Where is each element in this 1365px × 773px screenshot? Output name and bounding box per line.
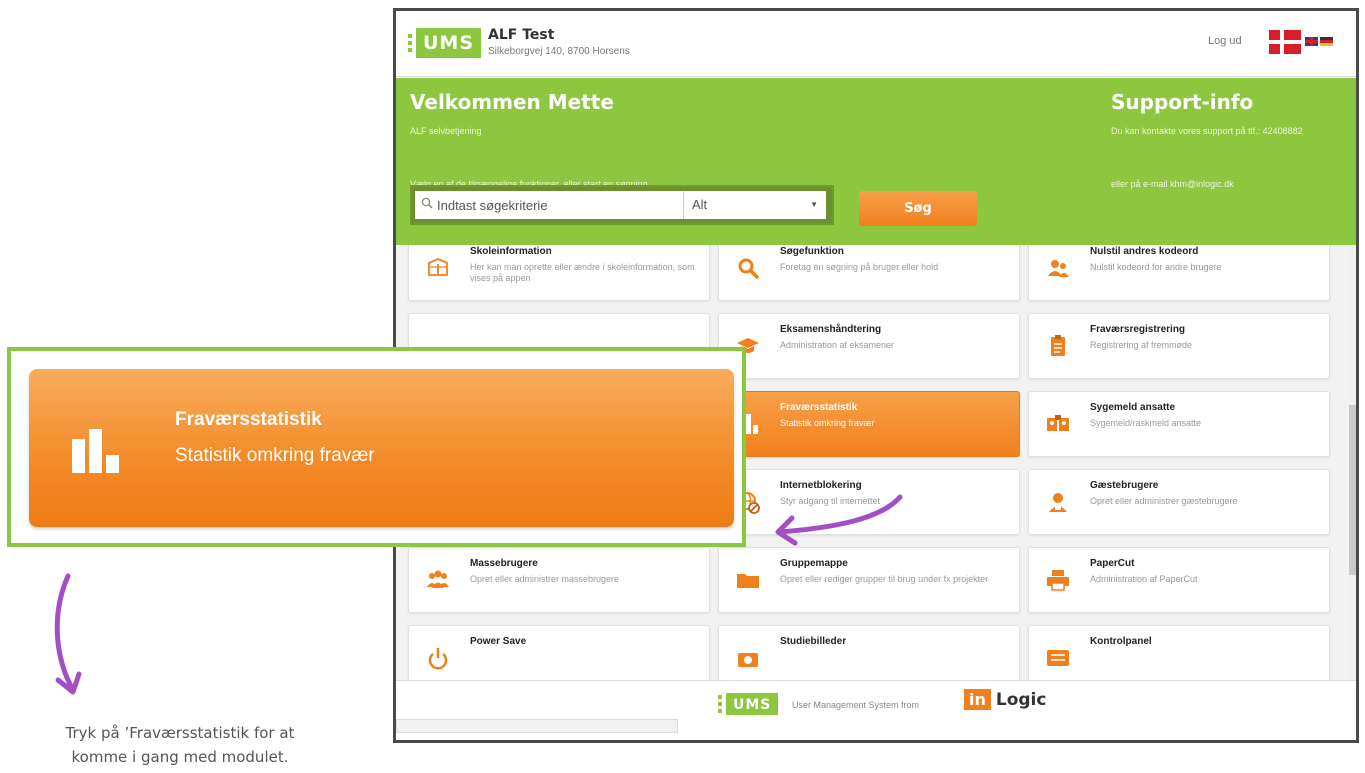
tile-description: Styr adgang til internettet (780, 496, 881, 506)
tile-title: PaperCut (1090, 558, 1135, 569)
tile-papercut[interactable]: PaperCut Administration af PaperCut (1028, 547, 1330, 613)
tile-title: Kontrolpanel (1090, 636, 1152, 647)
tile-description: Opret eller administrer gæstebrugere (1090, 496, 1238, 506)
tile-title: Nulstil andres kodeord (1090, 246, 1199, 257)
tiles-scrollbar[interactable] (1349, 245, 1356, 680)
tile-description: Nulstil kodeord for andre brugere (1090, 262, 1222, 272)
caption-line: Tryk på ’Fraværsstatistik for at (65, 724, 295, 742)
search-icon (738, 258, 759, 279)
inlogic-logo: in Logic (964, 689, 1046, 710)
tile-title: Skoleinformation (470, 246, 552, 257)
org-address: Silkeborgvej 140, 8700 Horsens (488, 46, 630, 57)
scope-select[interactable]: Alt ▼ (683, 191, 826, 219)
tile-title: Fraværsstatistik (780, 402, 858, 413)
ums-logo[interactable]: UMS (408, 28, 482, 58)
tile-sygemeld-ansatte[interactable]: Sygemeld ansatte Sygemeld/raskmeld ansat… (1028, 391, 1330, 457)
chevron-down-icon: ▼ (810, 200, 818, 209)
bar-chart-icon (72, 429, 119, 473)
tile-description: Her kan man oprette eller ændre i skolei… (470, 262, 695, 283)
zoom-callout: Fraværsstatistik Statistik omkring fravæ… (7, 347, 746, 547)
search-icon (421, 197, 433, 209)
fravaersstatistik-button-zoomed[interactable]: Fraværsstatistik Statistik omkring fravæ… (29, 369, 734, 527)
logout-link[interactable]: Log ud (1208, 35, 1242, 47)
tutorial-image: UMS ALF Test Silkeborgvej 140, 8700 Hors… (0, 0, 1365, 773)
tile-eksamenshaandtering[interactable]: Eksamenshåndtering Administration af eks… (718, 313, 1020, 379)
tile-title: Gæstebrugere (1090, 480, 1159, 491)
footer-ums-logo: UMS (718, 693, 779, 715)
support-title: Support-info (1111, 90, 1254, 114)
inlogic-logo-mark: in (964, 689, 991, 710)
inlogic-logo-text: Logic (995, 689, 1047, 710)
search-field[interactable] (415, 191, 683, 219)
top-bar: UMS ALF Test Silkeborgvej 140, 8700 Hors… (396, 11, 1356, 77)
search-input[interactable] (437, 191, 677, 219)
tile-description: Foretag en søgning på bruger eller hold (780, 262, 939, 272)
search-bar: Alt ▼ (410, 185, 834, 225)
tile-description: Registrering af fremmøde (1090, 340, 1193, 350)
support-email: eller på e-mail khm@inlogic.dk (1111, 179, 1234, 189)
tile-fravaersregistrering[interactable]: Fraværsregistrering Registrering af frem… (1028, 313, 1330, 379)
scrollbar-thumb[interactable] (1349, 405, 1356, 575)
id-cards-icon (1047, 415, 1069, 431)
tile-description: Statistik omkring fravær (780, 418, 875, 428)
tile-description: Opret eller administrer massebrugere (470, 574, 620, 584)
folder-icon (737, 574, 759, 588)
welcome-banner: Velkommen Mette ALF selvbetjening Vælg e… (396, 78, 1356, 245)
tile-fravaersstatistik[interactable]: Fraværsstatistik Statistik omkring fravæ… (718, 391, 1020, 457)
tile-description: Administration af eksamener (780, 340, 895, 350)
tile-description: Opret eller rediger grupper til brug und… (780, 574, 989, 584)
users-reset-icon (1048, 260, 1069, 277)
caption-line: komme i gang med modulet. (71, 748, 289, 766)
book-icon (428, 258, 448, 276)
control-panel-icon (1047, 650, 1069, 666)
footer: UMS User Management System from in Logic (396, 680, 1356, 740)
tile-power-save[interactable]: Power Save (408, 625, 710, 680)
tile-title: Søgefunktion (780, 246, 844, 257)
logo-text: UMS (726, 693, 779, 715)
tile-nulstil-kodeord[interactable]: Nulstil andres kodeord Nulstil kodeord f… (1028, 245, 1330, 301)
german-flag-icon[interactable] (1320, 37, 1333, 46)
search-button[interactable]: Søg (859, 191, 977, 226)
clipboard-icon (1051, 335, 1065, 356)
tile-kontrolpanel[interactable]: Kontrolpanel (1028, 625, 1330, 680)
logo-dots (718, 695, 722, 713)
tile-title: Sygemeld ansatte (1090, 402, 1176, 413)
support-phone: Du kan kontakte vores support på tlf.: 4… (1111, 126, 1303, 136)
tile-gaestebrugere[interactable]: Gæstebrugere Opret eller administrer gæs… (1028, 469, 1330, 535)
welcome-title: Velkommen Mette (410, 90, 614, 114)
tile-soegefunktion[interactable]: Søgefunktion Foretag en søgning på bruge… (718, 245, 1020, 301)
tile-skoleinformation[interactable]: Skoleinformation Her kan man oprette ell… (408, 245, 710, 301)
tile-description: Administration af PaperCut (1090, 574, 1198, 584)
welcome-subtitle: ALF selvbetjening (410, 126, 482, 136)
power-icon (428, 648, 448, 670)
tile-title: Eksamenshåndtering (780, 324, 882, 335)
tile-description: Sygemeld/raskmeld ansatte (1090, 418, 1202, 428)
footer-text: User Management System from (792, 700, 920, 710)
uk-flag-icon[interactable] (1305, 37, 1318, 46)
tile-title: Internetblokering (780, 480, 862, 491)
tile-title: Power Save (470, 636, 527, 647)
guest-user-icon (1049, 493, 1067, 512)
callout-title: Fraværsstatistik (175, 409, 322, 430)
org-name: ALF Test (488, 27, 555, 43)
callout-description: Statistik omkring fravær (175, 445, 375, 466)
tile-title: Fraværsregistrering (1090, 324, 1186, 335)
status-bar (396, 719, 678, 733)
tile-massebrugere[interactable]: Massebrugere Opret eller administrer mas… (408, 547, 710, 613)
printer-icon (1047, 570, 1069, 591)
tile-studiebilleder[interactable]: Studiebilleder (718, 625, 1020, 680)
danish-flag-icon[interactable] (1269, 30, 1301, 54)
logo-dots (408, 34, 412, 52)
tile-title: Massebrugere (470, 558, 538, 569)
scope-value: Alt (692, 197, 708, 212)
tile-title: Gruppemappe (780, 558, 848, 569)
instruction-caption: Tryk på ’Fraværsstatistik for at komme i… (0, 721, 360, 769)
logo-text: UMS (416, 28, 482, 58)
tile-gruppemappe[interactable]: Gruppemappe Opret eller rediger grupper … (718, 547, 1020, 613)
arrow-down-to-caption (54, 573, 82, 695)
tile-internetblokering[interactable]: Internetblokering Styr adgang til intern… (718, 469, 1020, 535)
camera-icon (738, 653, 758, 667)
group-icon (427, 570, 449, 588)
tile-title: Studiebilleder (780, 636, 847, 647)
